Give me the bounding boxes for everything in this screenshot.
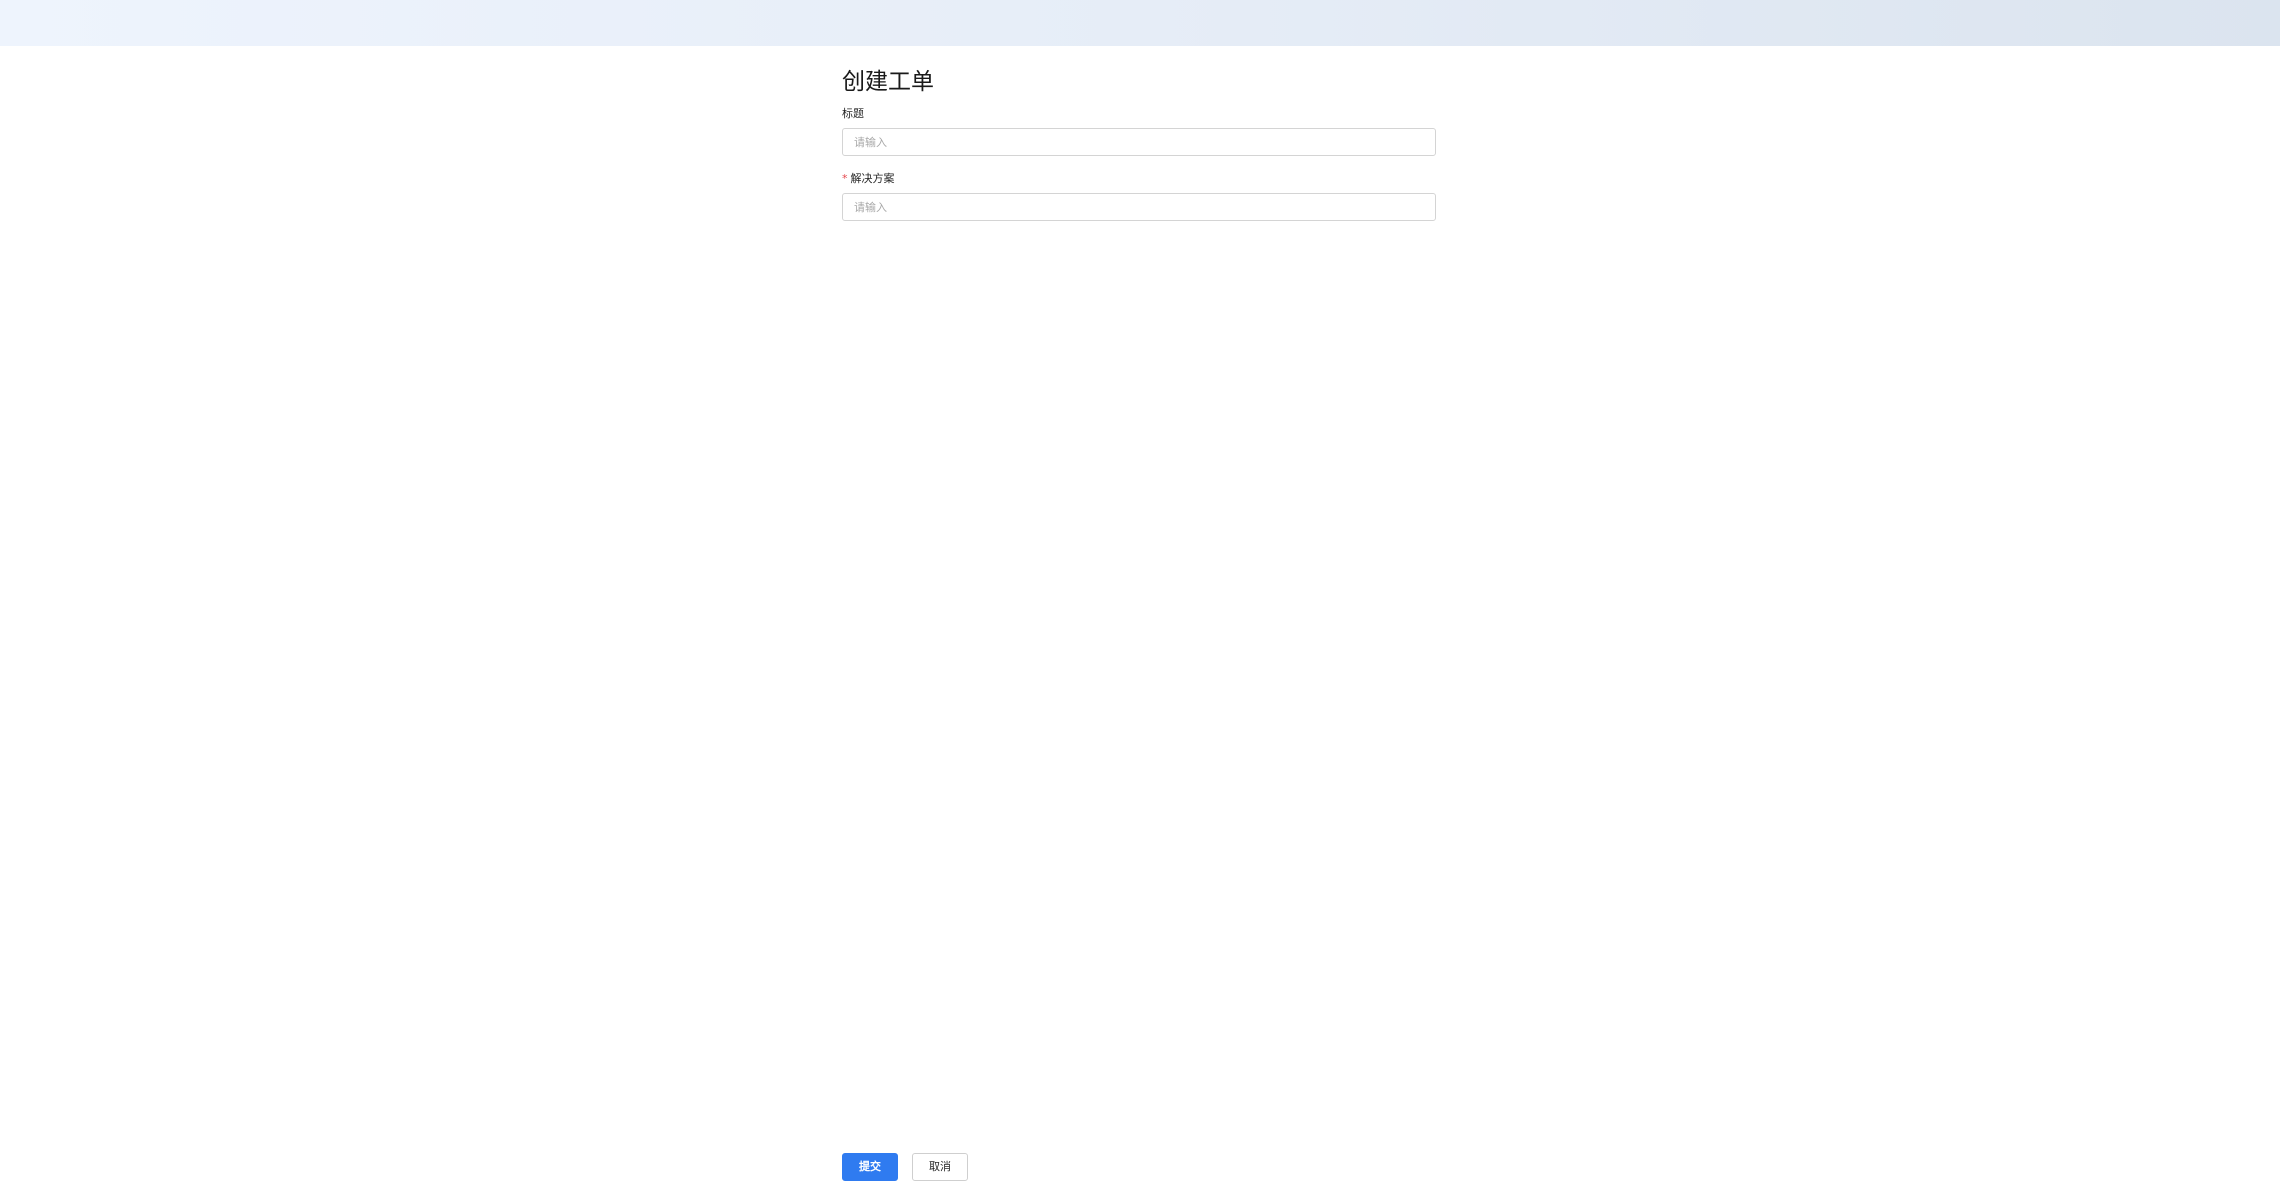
cancel-button[interactable]: 取消 (912, 1153, 968, 1181)
required-star: * (842, 172, 848, 185)
solution-field-label-text: 解决方案 (850, 172, 895, 185)
title-field-label-text: 标题 (842, 107, 864, 120)
submit-button[interactable]: 提交 (842, 1153, 898, 1181)
solution-input[interactable] (842, 193, 1436, 221)
title-field-label: 标题 (842, 106, 864, 122)
page-title: 创建工单 (842, 69, 934, 95)
title-input[interactable] (842, 128, 1436, 156)
solution-field-label: * 解决方案 (842, 171, 895, 187)
top-banner (0, 0, 2280, 46)
